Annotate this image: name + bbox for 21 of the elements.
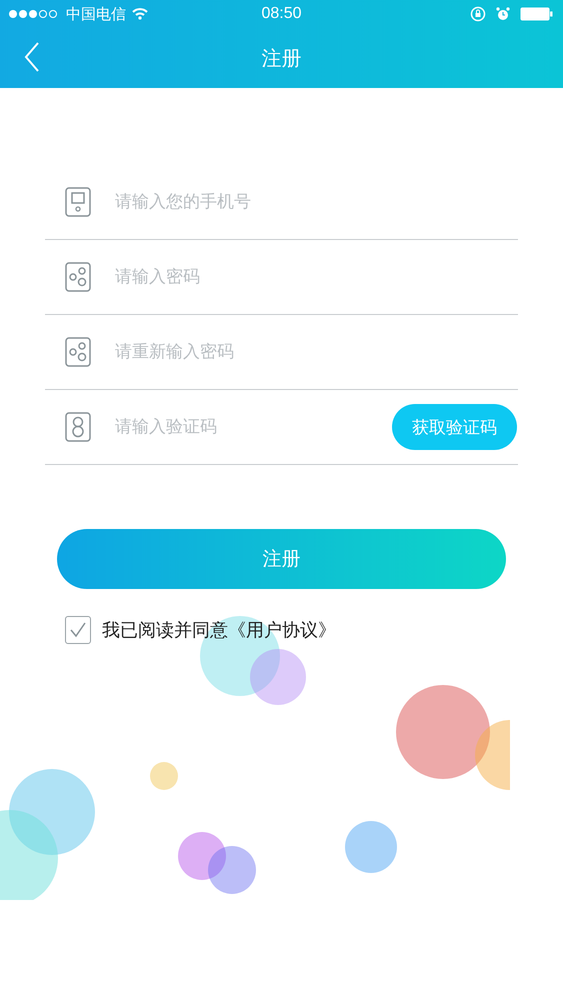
- status-time: 08:50: [261, 5, 302, 23]
- wifi-icon: [132, 8, 148, 20]
- signal-icon: [8, 9, 60, 19]
- battery-icon: [520, 7, 553, 21]
- password-field[interactable]: 请重新输入密码: [115, 338, 518, 366]
- lock-dots-icon: [65, 262, 91, 292]
- carrier-name: 中国电信: [66, 4, 126, 24]
- code-field[interactable]: 请输入验证码: [115, 413, 392, 441]
- page-title: 注册: [262, 44, 302, 72]
- agreement-checkbox[interactable]: [65, 616, 91, 644]
- alarm-icon: [496, 7, 510, 21]
- phone-icon: [65, 187, 91, 217]
- checkmark-icon: [69, 622, 87, 638]
- register-button[interactable]: 注册: [57, 529, 506, 589]
- phone-field[interactable]: 请输入您的手机号: [115, 188, 518, 216]
- get-code-button[interactable]: 获取验证码: [392, 404, 517, 450]
- digit-icon: [65, 412, 91, 442]
- rotation-lock-icon: [470, 6, 486, 22]
- agreement-text: 我已阅读并同意《用户协议》: [102, 619, 336, 642]
- lock-dots-icon: [65, 337, 91, 367]
- password-field[interactable]: 请输入密码: [115, 263, 518, 291]
